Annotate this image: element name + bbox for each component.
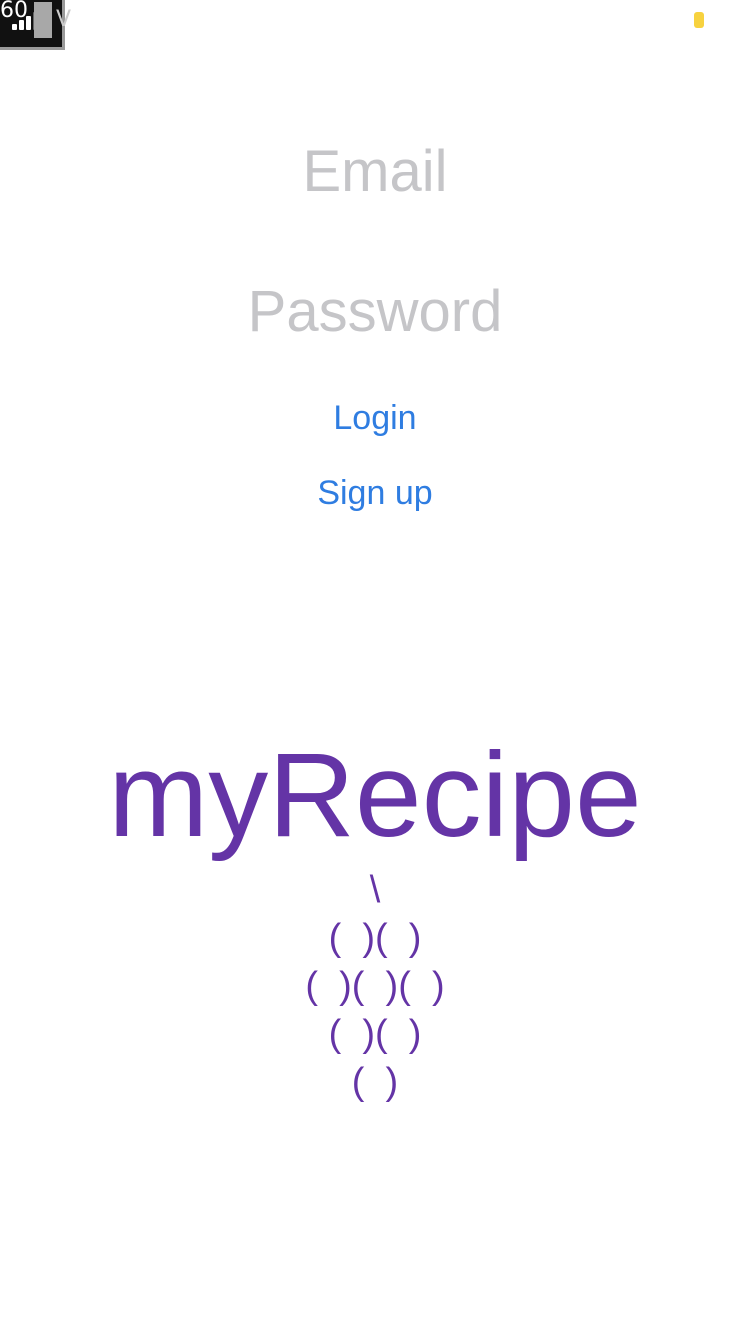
grapes-row: ( ) bbox=[351, 1061, 399, 1103]
grapes-row: ( )( ) bbox=[328, 917, 422, 959]
grapes-row: ( )( )( ) bbox=[305, 965, 445, 1007]
status-bar: 60 V bbox=[0, 0, 750, 52]
carrier-label: V bbox=[56, 7, 72, 32]
overlay-block bbox=[34, 2, 52, 38]
grapes-ascii-art: \ ( )( ) ( )( )( ) ( )( ) ( ) bbox=[0, 866, 750, 1106]
battery-icon bbox=[694, 12, 704, 28]
sign-up-button[interactable]: Sign up bbox=[0, 471, 750, 515]
grapes-stem-line: \ bbox=[369, 869, 381, 911]
email-field[interactable] bbox=[0, 135, 750, 207]
grapes-row: ( )( ) bbox=[328, 1013, 422, 1055]
fps-counter: 60 bbox=[0, 0, 28, 23]
app-title: myRecipe bbox=[108, 728, 642, 862]
password-field[interactable] bbox=[0, 275, 750, 347]
login-button[interactable]: Login bbox=[0, 396, 750, 440]
